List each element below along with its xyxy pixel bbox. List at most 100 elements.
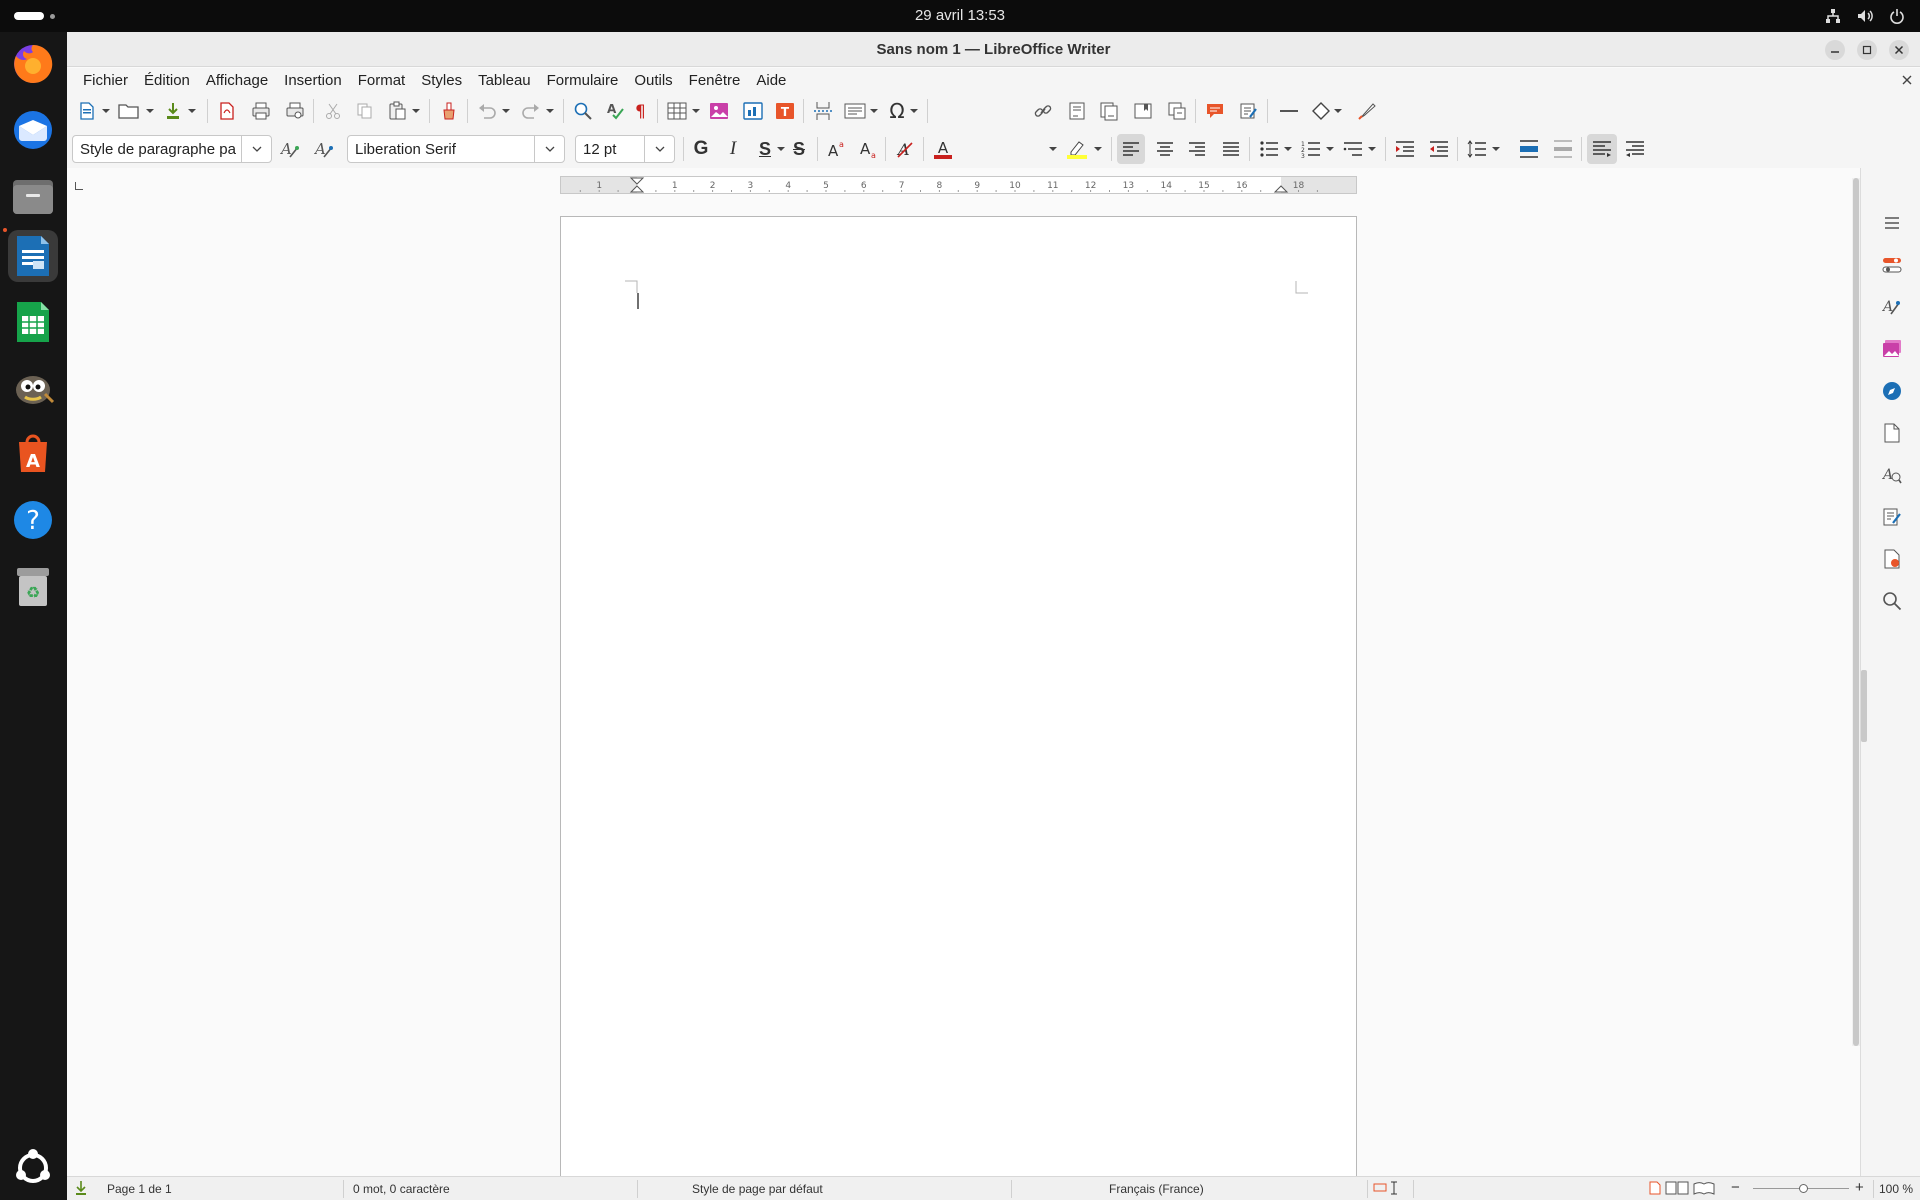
trash-icon[interactable]: ♻	[8, 560, 58, 612]
page-break-icon[interactable]	[811, 99, 835, 123]
bookmark-icon[interactable]	[1131, 99, 1155, 123]
menu-outils[interactable]: Outils	[626, 72, 680, 89]
decrease-paragraph-spacing-icon[interactable]	[1551, 137, 1575, 161]
paragraph-style-value[interactable]: Style de paragraphe pa	[73, 141, 241, 158]
line-spacing-dropdown[interactable]	[1491, 137, 1501, 161]
highlight-color-dropdown[interactable]	[1093, 137, 1103, 161]
zoom-out-button[interactable]: −	[1731, 1179, 1740, 1196]
word-count[interactable]: 0 mot, 0 caractère	[353, 1182, 450, 1196]
increase-paragraph-spacing-icon[interactable]	[1517, 137, 1541, 161]
subscript-icon[interactable]: Aa	[857, 137, 881, 161]
horizontal-ruler[interactable]: 1 1 2 3 4 5 6 7 8 9 10 11 12 13 14 15 16 18	[560, 176, 1357, 194]
superscript-icon[interactable]: Aa	[825, 137, 849, 161]
calc-icon[interactable]	[8, 296, 58, 348]
justify-button[interactable]	[1219, 137, 1243, 161]
cut-icon[interactable]	[321, 99, 345, 123]
basic-shapes-icon[interactable]	[1309, 99, 1333, 123]
menu-formulaire[interactable]: Formulaire	[539, 72, 627, 89]
save-dropdown[interactable]	[187, 99, 197, 123]
right-to-left-button[interactable]	[1623, 137, 1647, 161]
align-center-button[interactable]	[1153, 137, 1177, 161]
footnote-icon[interactable]	[1065, 99, 1089, 123]
font-color-dropdown[interactable]	[1048, 137, 1058, 161]
multi-page-view-icon[interactable]	[1665, 1181, 1689, 1198]
manage-changes-icon[interactable]	[1881, 506, 1903, 528]
menu-styles[interactable]: Styles	[413, 72, 470, 89]
bullet-list-icon[interactable]	[1257, 137, 1281, 161]
maximize-button[interactable]	[1857, 40, 1877, 60]
clone-formatting-icon[interactable]	[437, 99, 461, 123]
outline-list-icon[interactable]	[1341, 137, 1365, 161]
left-to-right-button[interactable]	[1587, 134, 1617, 164]
sidebar-resize-handle[interactable]	[1861, 670, 1867, 742]
new-document-icon[interactable]	[75, 99, 99, 123]
line-spacing-icon[interactable]	[1465, 137, 1489, 161]
chevron-down-icon[interactable]	[241, 136, 271, 162]
minimize-button[interactable]	[1825, 40, 1845, 60]
find-icon[interactable]	[1881, 590, 1903, 612]
highlight-color-icon[interactable]	[1065, 137, 1089, 161]
menu-aide[interactable]: Aide	[748, 72, 794, 89]
find-replace-icon[interactable]	[571, 99, 595, 123]
help-icon[interactable]: ?	[8, 494, 58, 546]
font-color-icon[interactable]: A	[931, 137, 955, 161]
menu-affichage[interactable]: Affichage	[198, 72, 276, 89]
sidebar-menu-icon[interactable]	[1881, 212, 1903, 234]
gallery-icon[interactable]	[1881, 338, 1903, 360]
chevron-down-icon[interactable]	[534, 136, 564, 162]
decrease-indent-icon[interactable]	[1427, 137, 1451, 161]
page-count[interactable]: Page 1 de 1	[107, 1182, 172, 1196]
book-view-icon[interactable]	[1693, 1181, 1715, 1198]
align-right-button[interactable]	[1185, 137, 1209, 161]
firefox-icon[interactable]	[8, 38, 58, 90]
undo-icon[interactable]	[475, 99, 499, 123]
redo-dropdown[interactable]	[545, 99, 555, 123]
insert-field-icon[interactable]	[843, 99, 867, 123]
print-icon[interactable]	[249, 99, 273, 123]
open-dropdown[interactable]	[145, 99, 155, 123]
undo-dropdown[interactable]	[501, 99, 511, 123]
update-style-icon[interactable]: A	[279, 138, 303, 162]
draw-functions-icon[interactable]	[1355, 99, 1379, 123]
scrollbar-thumb[interactable]	[1853, 178, 1859, 1046]
volume-icon[interactable]	[1856, 7, 1874, 25]
align-left-button[interactable]	[1117, 134, 1145, 164]
gimp-icon[interactable]	[8, 362, 58, 414]
font-name-value[interactable]: Liberation Serif	[348, 141, 534, 158]
navigator-icon[interactable]	[1881, 380, 1903, 402]
clear-formatting-icon[interactable]: A	[893, 137, 917, 161]
paste-icon[interactable]	[385, 99, 409, 123]
bold-button[interactable]: G	[689, 137, 713, 161]
insert-chart-icon[interactable]	[741, 99, 765, 123]
save-status-icon[interactable]	[75, 1180, 87, 1199]
chevron-down-icon[interactable]	[644, 136, 674, 162]
bullet-list-dropdown[interactable]	[1283, 137, 1293, 161]
open-folder-icon[interactable]	[117, 99, 141, 123]
menu-insertion[interactable]: Insertion	[276, 72, 350, 89]
properties-icon[interactable]	[1881, 254, 1903, 276]
numbered-list-icon[interactable]: 123	[1299, 137, 1323, 161]
power-icon[interactable]	[1888, 7, 1906, 25]
new-document-dropdown[interactable]	[101, 99, 111, 123]
track-changes-icon[interactable]	[1237, 99, 1261, 123]
menu-tableau[interactable]: Tableau	[470, 72, 539, 89]
zoom-in-button[interactable]: +	[1855, 1179, 1864, 1196]
language[interactable]: Français (France)	[1109, 1182, 1204, 1196]
selection-mode-icon[interactable]	[1373, 1181, 1401, 1198]
cross-reference-icon[interactable]	[1165, 99, 1189, 123]
insert-table-dropdown[interactable]	[691, 99, 701, 123]
basic-shapes-dropdown[interactable]	[1333, 99, 1343, 123]
outline-list-dropdown[interactable]	[1367, 137, 1377, 161]
network-icon[interactable]	[1824, 7, 1842, 25]
font-name-combo[interactable]: Liberation Serif	[347, 135, 565, 163]
insert-image-icon[interactable]	[707, 99, 731, 123]
redo-icon[interactable]	[519, 99, 543, 123]
print-preview-icon[interactable]	[283, 99, 307, 123]
menu-format[interactable]: Format	[350, 72, 414, 89]
writer-icon[interactable]	[8, 230, 58, 282]
files-icon[interactable]	[8, 170, 58, 222]
app-center-icon[interactable]: A	[8, 428, 58, 480]
copy-icon[interactable]	[353, 99, 377, 123]
menu-fenetre[interactable]: Fenêtre	[681, 72, 749, 89]
export-pdf-icon[interactable]	[215, 99, 239, 123]
